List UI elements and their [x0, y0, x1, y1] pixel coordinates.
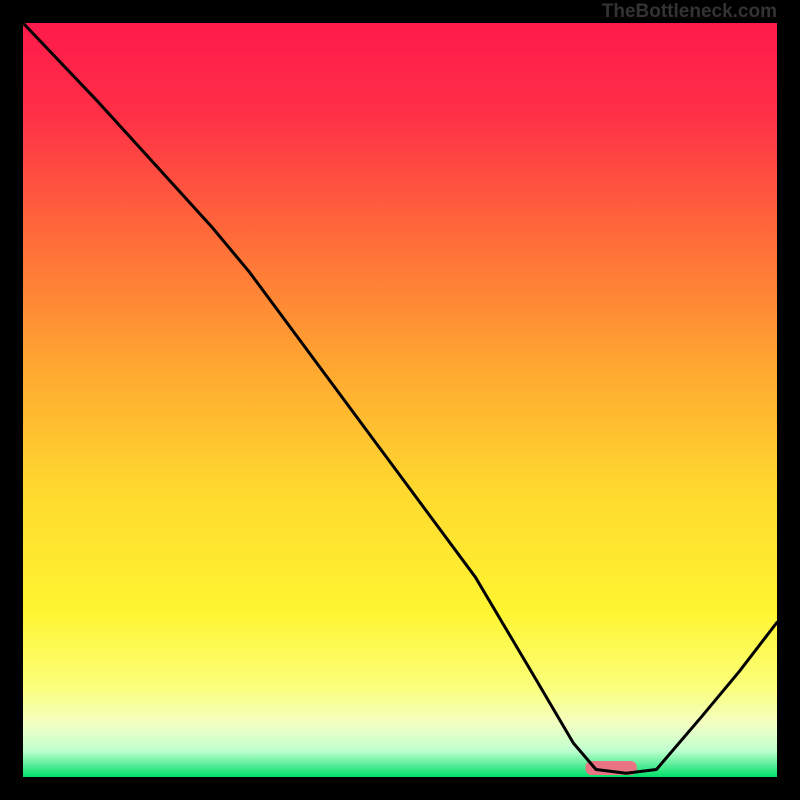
watermark-text: TheBottleneck.com [602, 0, 777, 23]
chart-frame: TheBottleneck.com [0, 0, 800, 800]
plot-area [23, 23, 777, 777]
plot-svg [23, 23, 777, 777]
heatmap-background [23, 23, 777, 777]
